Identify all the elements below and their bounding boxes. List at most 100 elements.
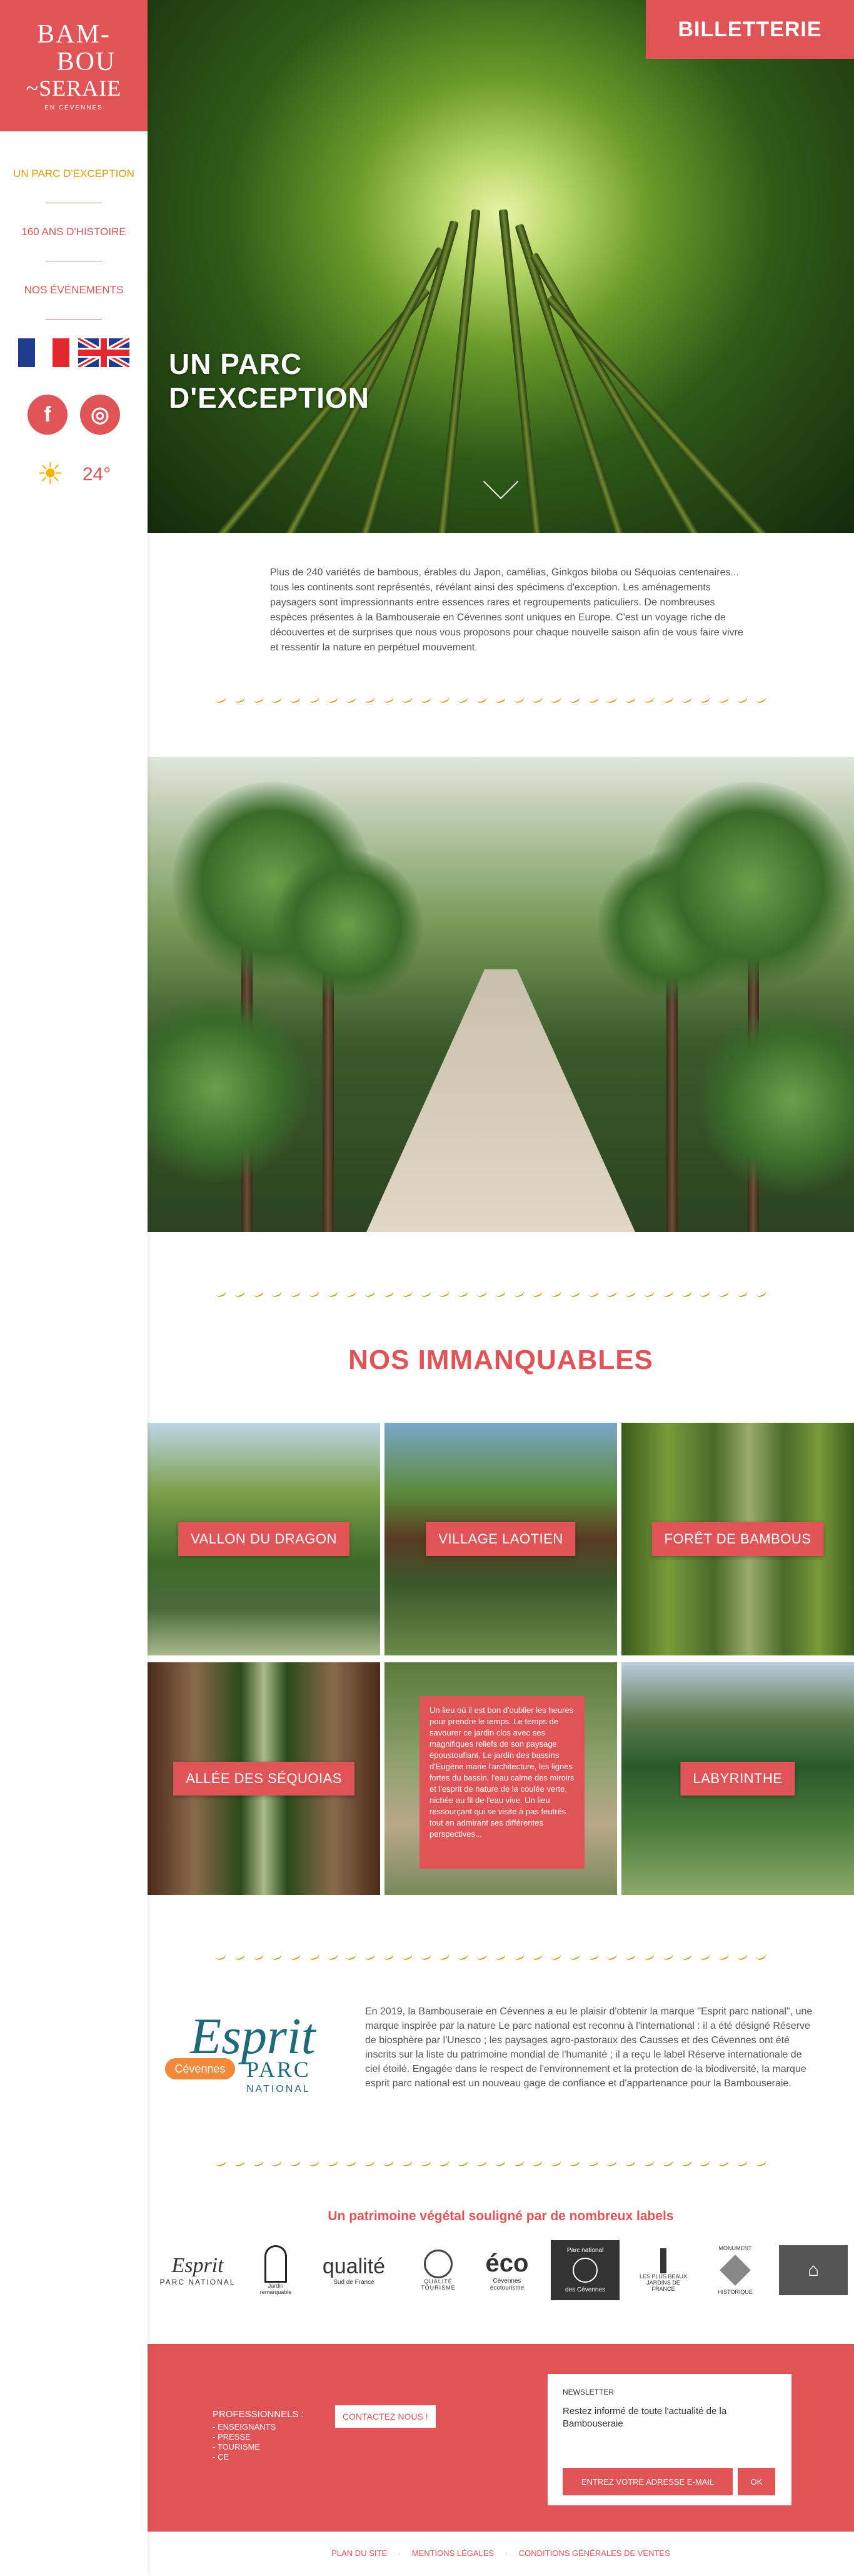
link-enseignants[interactable]: - ENSEIGNANTS [213, 2422, 304, 2432]
label-text: Parc national [566, 2247, 604, 2254]
label-text: LES PLUS BEAUX JARDINS DE FRANCE [639, 2273, 688, 2292]
label-text: PARC NATIONAL [159, 2278, 236, 2286]
parc-national-logo: Parc national des Cévennes [551, 2240, 620, 2300]
link-plan-du-site[interactable]: PLAN DU SITE [331, 2548, 387, 2558]
logo-line1: BAM- [37, 19, 111, 49]
tile-jardin-des-bassins[interactable]: Un lieu où il est bon d'oublier les heur… [384, 1662, 617, 1895]
logo-line2: BOU [56, 47, 116, 76]
esprit-parc-graphic: Esprit Cévennes PARC NATIONAL [165, 2008, 317, 2094]
logo-tagline: EN CÉVENNES [44, 104, 103, 111]
sidebar: BAM- BOU ~SERAIE EN CÉVENNES UN PARC D'E… [0, 0, 148, 2576]
bambouseraie-logo[interactable]: BAM- BOU ~SERAIE EN CÉVENNES [0, 0, 148, 131]
palm-avenue-photo [148, 757, 854, 1232]
link-tourisme[interactable]: - TOURISME [213, 2442, 304, 2452]
labels-row: Esprit PARC NATIONAL Jardin remarquable … [154, 2239, 848, 2301]
label-text: éco [485, 2249, 529, 2277]
separator: · [398, 2548, 401, 2558]
palm-crown [698, 1007, 854, 1195]
nav-divider [46, 319, 102, 320]
newsletter-text: Restez informé de toute l'actualité de l… [563, 2406, 727, 2429]
bamboo-stalk [529, 252, 713, 533]
jardin-remarquable-logo: Jardin remarquable [257, 2242, 294, 2298]
monument-historique-logo: MONUMENT HISTORIQUE [707, 2242, 763, 2298]
newsletter-email-input[interactable]: ENTREZ VOTRE ADRESSE E-MAIL [563, 2468, 733, 2495]
newsletter-submit-button[interactable]: OK [738, 2468, 775, 2495]
link-presse[interactable]: - PRESSE [213, 2432, 304, 2442]
tile-label[interactable]: FORÊT DE BAMBOUS [651, 1522, 824, 1556]
page: BAM- BOU ~SERAIE EN CÉVENNES UN PARC D'E… [0, 0, 854, 2576]
link-mentions-legales[interactable]: MENTIONS LÉGALES [412, 2548, 494, 2558]
cevennes-badge: Cévennes [174, 2063, 225, 2075]
sidebar-nav: UN PARC D'EXCEPTION 160 ANS D'HISTOIRE N… [0, 156, 148, 320]
tile-description: Un lieu où il est bon d'oublier les heur… [419, 1696, 585, 1869]
scroll-down-chevron-icon[interactable] [483, 463, 519, 500]
palm-crown [648, 782, 854, 988]
bamboo-leaf-divider [216, 2151, 767, 2176]
bamboo-leaf-divider [216, 688, 767, 713]
social-links: f ◎ [0, 395, 148, 435]
label-shape [264, 2245, 287, 2283]
qualite-sud-de-france-logo: qualité Sud de France [310, 2242, 398, 2298]
contact-button[interactable]: CONTACTEZ NOUS ! [335, 2405, 436, 2428]
tile-label[interactable]: VILLAGE LAOTIEN [426, 1522, 576, 1556]
french-flag-icon[interactable] [18, 338, 69, 367]
sidebar-item-evenements[interactable]: NOS ÉVÉNEMENTS [0, 273, 148, 308]
bamboo-leaf-divider [216, 1282, 767, 1307]
intro-paragraph: Plus de 240 variétés de bambous, érables… [270, 567, 743, 653]
facebook-icon[interactable]: f [28, 395, 68, 435]
tile-foret-de-bambous[interactable]: FORÊT DE BAMBOUS [621, 1423, 854, 1655]
labels-title: Un patrimoine végétal souligné par de no… [328, 2209, 674, 2223]
hero-title: UN PARC D'EXCEPTION [169, 347, 369, 415]
parc-word: PARC [246, 2057, 311, 2082]
qualite-tourisme-logo: QUALITÉ TOURISME [413, 2242, 463, 2298]
hero-title-line1: UN PARC [169, 348, 303, 380]
professionals-title: PROFESSIONNELS : [213, 2409, 304, 2420]
language-switcher [0, 338, 148, 367]
bamboo-leaf-divider [216, 1945, 767, 1970]
esprit-parc-national-logo: Esprit Cévennes PARC NATIONAL [165, 2003, 346, 2103]
uk-flag-icon[interactable] [78, 338, 129, 367]
house-icon: ⌂ [807, 2260, 820, 2280]
ticket-button[interactable]: BILLETTERIE [646, 0, 854, 59]
tile-label[interactable]: ALLÉE DES SÉQUOIAS [173, 1762, 354, 1796]
label-shape [660, 2248, 666, 2273]
tile-labyrinthe[interactable]: LABYRINTHE [621, 1662, 854, 1895]
tile-village-laotien[interactable]: VILLAGE LAOTIEN [384, 1423, 617, 1655]
path-shape [366, 969, 635, 1232]
tile-allee-des-sequoias[interactable]: ALLÉE DES SÉQUOIAS [148, 1662, 380, 1895]
bottom-links: PLAN DU SITE · MENTIONS LÉGALES · CONDIT… [148, 2548, 854, 2558]
newsletter-heading: NEWSLETTER [563, 2388, 615, 2397]
professionals-links: PROFESSIONNELS : - ENSEIGNANTS - PRESSE … [213, 2409, 304, 2462]
esprit-parc-logo: Esprit PARC NATIONAL [154, 2242, 241, 2298]
sun-icon: ☀ [36, 458, 64, 491]
cevennes-ecotourisme-logo: éco Cévennes écotourisme [479, 2242, 535, 2298]
weather-widget: ☀ 24° [0, 460, 148, 490]
label-shape [424, 2250, 453, 2278]
tile-label[interactable]: LABYRINTHE [680, 1762, 795, 1796]
link-cgv[interactable]: CONDITIONS GÉNÉRALES DE VENTES [519, 2548, 670, 2558]
label-text: Cévennes écotourisme [490, 2277, 525, 2291]
tile-vallon-du-dragon[interactable]: VALLON DU DRAGON [148, 1423, 380, 1655]
palm-crown [273, 851, 423, 1001]
label-shape [720, 2255, 751, 2286]
separator: · [505, 2548, 508, 2558]
instagram-icon[interactable]: ◎ [80, 395, 120, 435]
label-text: Esprit [171, 2254, 224, 2277]
sidebar-item-histoire[interactable]: 160 ANS D'HISTOIRE [0, 215, 148, 250]
label-text: des Cévennes [565, 2286, 605, 2293]
label-text: Jardin remarquable [259, 2283, 292, 2295]
logo-line3: ~SERAIE [26, 75, 122, 101]
national-word: NATIONAL [246, 2084, 311, 2094]
hero-title-line2: D'EXCEPTION [169, 381, 369, 414]
highlights-grid: VALLON DU DRAGON VILLAGE LAOTIEN FORÊT D… [148, 1423, 854, 1896]
tile-label[interactable]: VALLON DU DRAGON [178, 1522, 349, 1556]
plus-beaux-jardins-logo: LES PLUS BEAUX JARDINS DE FRANCE [635, 2242, 691, 2298]
link-ce[interactable]: - CE [213, 2452, 304, 2462]
label-text: MONUMENT [718, 2245, 752, 2251]
label-shape [573, 2258, 598, 2283]
uk-flag-graphic [78, 338, 129, 367]
esprit-parc-paragraph: En 2019, la Bambouseraie en Cévennes a e… [365, 2006, 813, 2089]
sidebar-item-un-parc[interactable]: UN PARC D'EXCEPTION [0, 156, 148, 191]
temperature-value: 24° [82, 464, 111, 485]
highlights-title: NOS IMMANQUABLES [348, 1345, 653, 1375]
